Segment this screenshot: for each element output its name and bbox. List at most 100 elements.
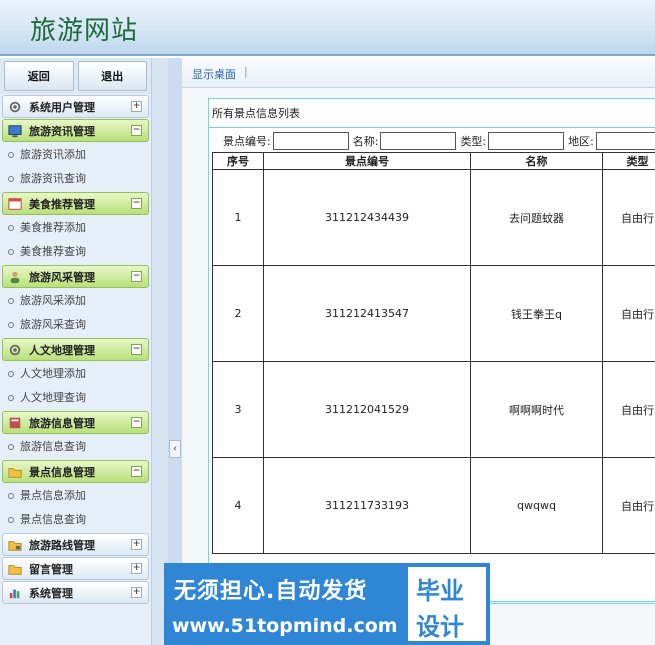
list-panel: 所有景点信息列表 景点编号: 名称: 类型: 地区: 序号 景点编号 名称 类型 1 3112… bbox=[208, 98, 655, 602]
table-cell: qwqwq bbox=[470, 457, 603, 554]
sidebar-section-9[interactable]: 系统管理 + bbox=[2, 581, 149, 604]
sidebar-item[interactable]: 旅游资讯添加 bbox=[0, 143, 151, 167]
breadcrumb-separator: | bbox=[244, 65, 248, 78]
sidebar-item[interactable]: 美食推荐查询 bbox=[0, 240, 151, 264]
watermark-slogan: 无须担心.自动发货 bbox=[174, 579, 368, 604]
table-cell: 311212041529 bbox=[263, 361, 471, 458]
sidebar-item[interactable]: 旅游资讯查询 bbox=[0, 167, 151, 191]
sidebar-menu: 系统用户管理 + 旅游资讯管理 − 旅游资讯添加 旅游资讯查询 美食推荐管理 − 美食推荐添加美… bbox=[0, 95, 151, 604]
sidebar-section-2[interactable]: 美食推荐管理 − bbox=[2, 192, 149, 215]
sidebar-section-8[interactable]: 留言管理 + bbox=[2, 557, 149, 580]
sidebar-section-3[interactable]: 旅游风采管理 − bbox=[2, 265, 149, 288]
watermark-logo-line2: 设计 bbox=[416, 613, 464, 641]
table-cell: 自由行 bbox=[602, 169, 655, 266]
expand-icon[interactable]: + bbox=[131, 587, 142, 598]
table-cell: 自由行 bbox=[602, 457, 655, 554]
sidebar-section-label: 系统用户管理 bbox=[29, 100, 95, 114]
watermark-logo-line1: 毕业 bbox=[416, 577, 464, 605]
expand-icon[interactable]: + bbox=[131, 563, 142, 574]
sidebar-section-5[interactable]: 旅游信息管理 − bbox=[2, 411, 149, 434]
sidebar-gap bbox=[152, 58, 168, 645]
user-icon bbox=[7, 270, 23, 284]
sidebar-item[interactable]: 旅游信息查询 bbox=[0, 435, 151, 459]
collapse-icon[interactable]: − bbox=[131, 125, 142, 136]
collapse-strip bbox=[168, 58, 182, 645]
table-cell: 去问题蚊器 bbox=[470, 169, 603, 266]
sidebar-item[interactable]: 景点信息查询 bbox=[0, 508, 151, 532]
sidebar-section-label: 留言管理 bbox=[29, 562, 73, 576]
sidebar-section-6[interactable]: 景点信息管理 − bbox=[2, 460, 149, 483]
header: 旅游网站 bbox=[0, 0, 655, 56]
column-header: 类型 bbox=[602, 152, 655, 170]
table-cell: 311211733193 bbox=[263, 457, 471, 554]
sidebar-section-7[interactable]: 旅游路线管理 + bbox=[2, 533, 149, 556]
gear-icon bbox=[7, 343, 23, 357]
column-header: 名称 bbox=[470, 152, 603, 170]
table-row[interactable]: 3 311212041529 啊啊啊时代 自由行 bbox=[212, 361, 655, 458]
panel-divider bbox=[209, 127, 655, 128]
logout-button[interactable]: 退出 bbox=[77, 61, 147, 91]
table-cell: 自由行 bbox=[602, 361, 655, 458]
name-label: 名称: bbox=[352, 135, 379, 148]
collapse-icon[interactable]: − bbox=[131, 344, 142, 355]
table-row[interactable]: 2 311212413547 钱王拳王q 自由行 bbox=[212, 265, 655, 362]
type-input[interactable] bbox=[488, 132, 565, 150]
sidebar-top-buttons: 返回 退出 bbox=[0, 58, 151, 94]
sidebar: 返回 退出 系统用户管理 + 旅游资讯管理 − 旅游资讯添加 旅游资讯查询 美食推荐管理 − 美… bbox=[0, 58, 152, 645]
monitor-icon bbox=[7, 124, 23, 138]
sidebar-section-label: 景点信息管理 bbox=[29, 465, 95, 479]
table-cell: 钱王拳王q bbox=[470, 265, 603, 362]
expand-icon[interactable]: + bbox=[131, 539, 142, 550]
sidebar-section-label: 旅游资讯管理 bbox=[29, 124, 95, 138]
sidebar-section-0[interactable]: 系统用户管理 + bbox=[2, 95, 149, 118]
watermark-logo: 毕业 设计 bbox=[406, 565, 488, 643]
sidebar-section-label: 旅游路线管理 bbox=[29, 538, 95, 552]
name-input[interactable] bbox=[380, 132, 457, 150]
sidebar-section-label: 系统管理 bbox=[29, 586, 73, 600]
column-header: 序号 bbox=[212, 152, 264, 170]
table-header-row: 序号 景点编号 名称 类型 bbox=[212, 152, 655, 170]
sidebar-section-label: 旅游信息管理 bbox=[29, 416, 95, 430]
sidebar-item[interactable]: 旅游风采查询 bbox=[0, 313, 151, 337]
sidebar-item[interactable]: 旅游风采添加 bbox=[0, 289, 151, 313]
table-cell: 311212413547 bbox=[263, 265, 471, 362]
region-input[interactable] bbox=[595, 132, 655, 150]
back-button[interactable]: 返回 bbox=[4, 61, 74, 91]
watermark-banner: 无须担心.自动发货 www.51topmind.com 毕业 设计 bbox=[164, 563, 490, 645]
type-label: 类型: bbox=[460, 135, 487, 148]
sidebar-section-label: 美食推荐管理 bbox=[29, 197, 95, 211]
attractions-table: 序号 景点编号 名称 类型 1 311212434439 去问题蚊器 自由行 2 3112124… bbox=[212, 152, 655, 554]
table-row[interactable]: 1 311212434439 去问题蚊器 自由行 bbox=[212, 169, 655, 266]
folder-lock-icon bbox=[7, 538, 23, 552]
collapse-icon[interactable]: − bbox=[131, 198, 142, 209]
chart-icon bbox=[7, 586, 23, 600]
table-row[interactable]: 4 311211733193 qwqwq 自由行 bbox=[212, 457, 655, 554]
calendar-icon bbox=[7, 197, 23, 211]
code-input[interactable] bbox=[272, 132, 349, 150]
sidebar-section-1[interactable]: 旅游资讯管理 − bbox=[2, 119, 149, 142]
collapse-sidebar-button[interactable]: ‹ bbox=[169, 440, 181, 458]
table-cell: 4 bbox=[212, 457, 264, 554]
sidebar-item[interactable]: 人文地理查询 bbox=[0, 386, 151, 410]
table-cell: 自由行 bbox=[602, 265, 655, 362]
sidebar-section-4[interactable]: 人文地理管理 − bbox=[2, 338, 149, 361]
collapse-icon[interactable]: − bbox=[131, 271, 142, 282]
book-icon bbox=[7, 416, 23, 430]
sidebar-item[interactable]: 人文地理添加 bbox=[0, 362, 151, 386]
main-content: 所有景点信息列表 景点编号: 名称: 类型: 地区: 序号 景点编号 名称 类型 1 3112… bbox=[182, 88, 655, 645]
table-cell: 啊啊啊时代 bbox=[470, 361, 603, 458]
sidebar-section-label: 旅游风采管理 bbox=[29, 270, 95, 284]
code-label: 景点编号: bbox=[223, 135, 271, 148]
collapse-icon[interactable]: − bbox=[131, 417, 142, 428]
sidebar-item[interactable]: 美食推荐添加 bbox=[0, 216, 151, 240]
show-desktop-link[interactable]: 显示桌面 bbox=[192, 66, 236, 82]
expand-icon[interactable]: + bbox=[131, 101, 142, 112]
sidebar-section-label: 人文地理管理 bbox=[29, 343, 95, 357]
sidebar-item[interactable]: 景点信息添加 bbox=[0, 484, 151, 508]
collapse-icon[interactable]: − bbox=[131, 466, 142, 477]
table-cell: 311212434439 bbox=[263, 169, 471, 266]
table-cell: 1 bbox=[212, 169, 264, 266]
table-cell: 2 bbox=[212, 265, 264, 362]
gear-icon bbox=[7, 100, 23, 114]
site-title: 旅游网站 bbox=[30, 16, 139, 46]
